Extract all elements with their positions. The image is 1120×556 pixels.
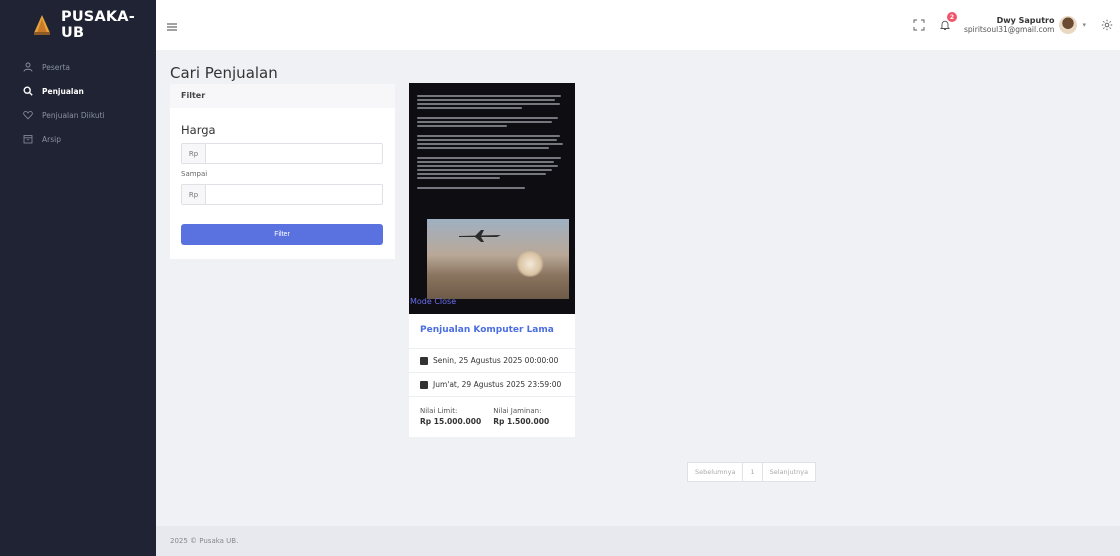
filter-header: Filter: [170, 84, 395, 108]
filter-card: Filter Harga Rp Sampai Rp Filter: [170, 84, 395, 259]
user-name: Dwy Saputro: [996, 16, 1055, 25]
archive-icon: [22, 133, 34, 145]
gear-icon[interactable]: [1100, 18, 1114, 32]
sampai-label: Sampai: [181, 170, 208, 178]
user-email: spiritsoul31@gmail.com: [964, 25, 1055, 34]
prev-page-button[interactable]: Sebelumnya: [687, 462, 744, 482]
page-title: Cari Penjualan: [170, 64, 278, 82]
brand[interactable]: PUSAKA-UB: [0, 0, 156, 50]
user-icon: [22, 61, 34, 73]
min-price-group: Rp: [181, 143, 383, 164]
fullscreen-icon[interactable]: [912, 18, 926, 32]
harga-label: Harga: [181, 123, 216, 137]
image-caption: Mode Close: [410, 297, 457, 306]
end-date: Jum'at, 29 Agustus 2025 23:59:00: [433, 380, 562, 389]
chevron-down-icon[interactable]: ▾: [1082, 21, 1086, 29]
explosion-cloud: [515, 251, 545, 277]
brand-name: PUSAKA-UB: [61, 9, 135, 41]
limit-block: Nilai Limit: Rp 15.000.000: [420, 407, 481, 426]
auction-card[interactable]: Mode Close Penjualan Komputer Lama Senin…: [409, 83, 575, 437]
sidebar-item-label: Arsip: [42, 134, 61, 144]
tweet-photo: [427, 219, 569, 299]
jet-icon: [459, 230, 501, 242]
topbar-actions: 2 Dwy Saputro spiritsoul31@gmail.com ▾: [912, 0, 1120, 50]
menu-toggle-icon[interactable]: [166, 18, 178, 31]
sidebar-item-label: Penjualan: [42, 86, 84, 96]
heart-icon: [22, 109, 34, 121]
logo-icon: [30, 13, 54, 37]
limit-label: Nilai Limit:: [420, 407, 458, 415]
next-page-button[interactable]: Selanjutnya: [762, 462, 817, 482]
topbar: 2 Dwy Saputro spiritsoul31@gmail.com ▾: [156, 0, 1120, 50]
user-info[interactable]: Dwy Saputro spiritsoul31@gmail.com: [964, 16, 1054, 34]
sidebar-nav: Peserta Penjualan Penjualan Diikuti Arsi…: [0, 56, 156, 150]
search-icon: [22, 85, 34, 97]
footer: 2025 © Pusaka UB.: [156, 526, 1120, 556]
auction-values: Nilai Limit: Rp 15.000.000 Nilai Jaminan…: [409, 396, 575, 426]
notification-bell-icon[interactable]: 2: [938, 12, 958, 32]
notification-badge: 2: [947, 12, 958, 22]
sidebar: PUSAKA-UB Peserta Penjualan Penjualan Di…: [0, 0, 156, 556]
sidebar-item-label: Peserta: [42, 62, 71, 72]
sidebar-item-label: Penjualan Diikuti: [42, 110, 105, 120]
end-date-row: Jum'at, 29 Agustus 2025 23:59:00: [409, 372, 575, 396]
pagination: Sebelumnya 1 Selanjutnya: [687, 462, 817, 482]
calendar-check-icon: [420, 380, 428, 389]
min-price-input[interactable]: [206, 144, 382, 163]
start-date-row: Senin, 25 Agustus 2025 00:00:00: [409, 348, 575, 372]
auction-image[interactable]: Mode Close: [409, 83, 575, 314]
filter-button[interactable]: Filter: [181, 224, 383, 245]
currency-addon: Rp: [182, 185, 206, 204]
jaminan-label: Nilai Jaminan:: [493, 407, 542, 415]
currency-addon: Rp: [182, 144, 206, 163]
page-number-button[interactable]: 1: [743, 462, 763, 482]
tweet-text-lines: [417, 95, 567, 191]
jaminan-block: Nilai Jaminan: Rp 1.500.000: [493, 407, 549, 426]
max-price-input[interactable]: [206, 185, 382, 204]
avatar[interactable]: [1059, 16, 1078, 34]
sidebar-item-arsip[interactable]: Arsip: [0, 128, 156, 150]
start-date: Senin, 25 Agustus 2025 00:00:00: [433, 356, 559, 365]
limit-value: Rp 15.000.000: [420, 417, 482, 426]
jaminan-value: Rp 1.500.000: [493, 417, 550, 426]
sidebar-item-penjualan-diikuti[interactable]: Penjualan Diikuti: [0, 104, 156, 126]
auction-title[interactable]: Penjualan Komputer Lama: [409, 314, 575, 348]
sidebar-item-penjualan[interactable]: Penjualan: [0, 80, 156, 102]
filter-body: Harga Rp Sampai Rp Filter: [170, 108, 395, 245]
max-price-group: Rp: [181, 184, 383, 205]
sidebar-item-peserta[interactable]: Peserta: [0, 56, 156, 78]
calendar-icon: [420, 356, 428, 365]
